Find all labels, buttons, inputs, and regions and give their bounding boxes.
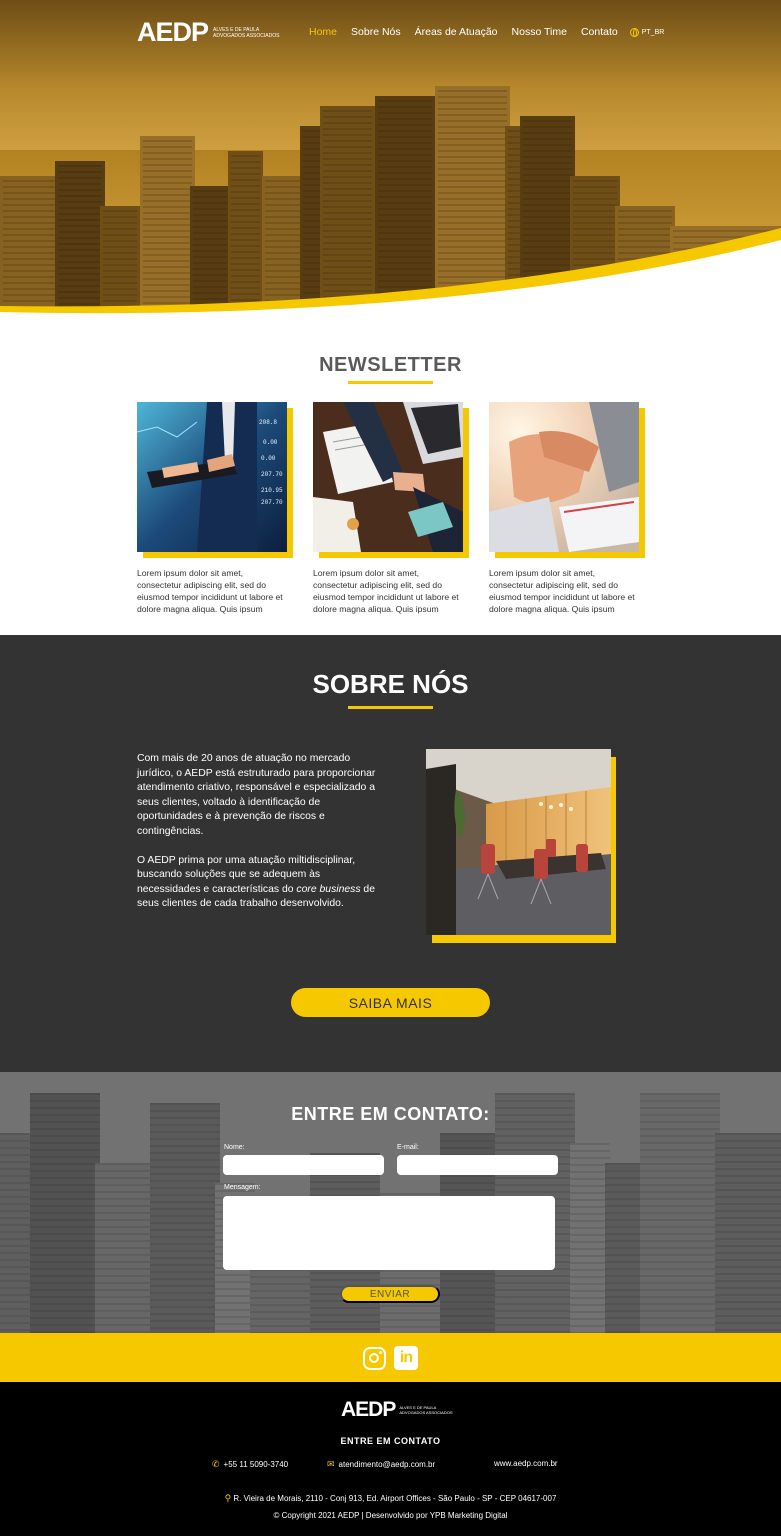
newsletter-card[interactable]: Lorem ipsum dolor sit amet, consectetur … bbox=[313, 402, 469, 615]
title-underline bbox=[348, 706, 433, 709]
sobre-paragraph-2: O AEDP prima por uma atuação miltidiscip… bbox=[137, 854, 375, 910]
email-icon: ✉ bbox=[327, 1459, 335, 1469]
newsletter-section: NEWSLETTER 208.8 0.00 0.00 207.70 210.95 207… bbox=[0, 326, 781, 635]
saiba-mais-button[interactable]: SAIBA MAIS bbox=[291, 988, 490, 1017]
svg-text:207.70: 207.70 bbox=[261, 471, 283, 478]
svg-text:207.70: 207.70 bbox=[261, 499, 283, 506]
email-label: E-mail: bbox=[397, 1144, 419, 1151]
phone-icon: ✆ bbox=[212, 1459, 220, 1469]
footer-contact-title: ENTRE EM CONTATO bbox=[340, 1436, 441, 1446]
footer-website[interactable]: www.aedp.com.br bbox=[494, 1459, 558, 1468]
footer-phone[interactable]: ✆ +55 11 5090-3740 bbox=[212, 1459, 288, 1470]
language-label: PT_BR bbox=[641, 28, 665, 36]
nav-contato[interactable]: Contato bbox=[581, 26, 618, 38]
enviar-button[interactable]: ENVIAR bbox=[340, 1285, 440, 1303]
logo-text: AEDP bbox=[137, 17, 209, 47]
message-label: Mensagem: bbox=[224, 1184, 261, 1191]
svg-text:208.8: 208.8 bbox=[259, 419, 277, 426]
main-nav: Home Sobre Nós Áreas de Atuação Nosso Ti… bbox=[309, 26, 664, 38]
newsletter-title: NEWSLETTER bbox=[319, 354, 462, 376]
sobre-paragraph-1: Com mais de 20 anos de atuação no mercad… bbox=[137, 753, 376, 837]
meeting-room-image bbox=[426, 749, 616, 943]
footer: AEDP ALVES E DE PAULA ADVOGADOS ASSOCIAD… bbox=[0, 1382, 781, 1536]
card-image-business-tablet[interactable]: 208.8 0.00 0.00 207.70 210.95 207.70 bbox=[137, 402, 287, 552]
linkedin-icon[interactable]: in bbox=[394, 1346, 418, 1370]
message-textarea[interactable] bbox=[223, 1196, 555, 1270]
logo-subtitle: ALVES E DE PAULA ADVOGADOS ASSOCIADOS bbox=[399, 1405, 453, 1415]
footer-copyright: © Copyright 2021 AEDP | Desenvolvido por… bbox=[273, 1511, 508, 1520]
email-input[interactable] bbox=[397, 1155, 558, 1175]
logo-mark: AEDP bbox=[341, 1398, 396, 1422]
phone-text: +55 11 5090-3740 bbox=[223, 1460, 289, 1469]
logo-subtitle: ALVES E DE PAULA ADVOGADOS ASSOCIADOS bbox=[213, 27, 279, 39]
core-business-emphasis: core business bbox=[296, 883, 361, 895]
instagram-icon[interactable] bbox=[363, 1347, 386, 1370]
footer-address: ⚲ R. Vieira de Morais, 2110 - Conj 913, … bbox=[0, 1493, 781, 1504]
newsletter-card[interactable]: 208.8 0.00 0.00 207.70 210.95 207.70 Lorem i… bbox=[137, 402, 293, 615]
contact-title: ENTRE EM CONTATO: bbox=[291, 1104, 490, 1124]
newsletter-card[interactable]: Lorem ipsum dolor sit amet, consectetur … bbox=[489, 402, 645, 615]
svg-text:210.95: 210.95 bbox=[261, 487, 283, 494]
sobre-nos-title: SOBRE NÓS bbox=[312, 669, 469, 699]
nav-nosso-time[interactable]: Nosso Time bbox=[512, 26, 567, 38]
card-text: Lorem ipsum dolor sit amet, consectetur … bbox=[489, 568, 635, 614]
hero-banner: AEDP ALVES E DE PAULA ADVOGADOS ASSOCIAD… bbox=[0, 0, 781, 326]
logo-text: AEDP bbox=[341, 1398, 396, 1421]
sobre-nos-text: Com mais de 20 anos de atuação no mercad… bbox=[137, 752, 382, 912]
language-selector[interactable]: PT_BR bbox=[629, 26, 665, 38]
social-bar: in bbox=[0, 1333, 781, 1382]
nav-areas-de-atuacao[interactable]: Áreas de Atuação bbox=[415, 26, 498, 38]
nav-sobre-nos[interactable]: Sobre Nós bbox=[351, 26, 401, 38]
name-label: Nome: bbox=[224, 1144, 245, 1151]
contact-section: ENTRE EM CONTATO: Nome: E-mail: Mensagem… bbox=[0, 1072, 781, 1333]
address-text: R. Vieira de Morais, 2110 - Conj 913, Ed… bbox=[233, 1494, 557, 1503]
yellow-wave-decoration bbox=[0, 228, 781, 326]
svg-text:0.00: 0.00 bbox=[263, 439, 278, 446]
card-text: Lorem ipsum dolor sit amet, consectetur … bbox=[313, 568, 459, 614]
svg-text:0.00: 0.00 bbox=[261, 455, 276, 462]
card-image-handshake-desk[interactable] bbox=[313, 402, 463, 552]
sobre-nos-section: SOBRE NÓS Com mais de 20 anos de atuação… bbox=[0, 635, 781, 1072]
title-underline bbox=[348, 381, 433, 384]
email-text: atendimento@aedp.com.br bbox=[338, 1460, 436, 1469]
header-logo[interactable]: AEDP ALVES E DE PAULA ADVOGADOS ASSOCIAD… bbox=[137, 17, 279, 48]
logo-mark: AEDP bbox=[137, 17, 209, 48]
footer-email[interactable]: ✉ atendimento@aedp.com.br bbox=[327, 1459, 435, 1470]
logo-subtitle-line2: ADVOGADOS ASSOCIADOS bbox=[213, 32, 280, 39]
website-text: www.aedp.com.br bbox=[494, 1459, 558, 1468]
card-text: Lorem ipsum dolor sit amet, consectetur … bbox=[137, 568, 283, 614]
nav-home[interactable]: Home bbox=[309, 26, 337, 38]
globe-icon bbox=[629, 27, 639, 37]
location-icon: ⚲ bbox=[224, 1493, 232, 1503]
card-image-handshake[interactable] bbox=[489, 402, 639, 552]
name-input[interactable] bbox=[223, 1155, 384, 1175]
footer-logo[interactable]: AEDP ALVES E DE PAULA ADVOGADOS ASSOCIAD… bbox=[341, 1398, 452, 1422]
